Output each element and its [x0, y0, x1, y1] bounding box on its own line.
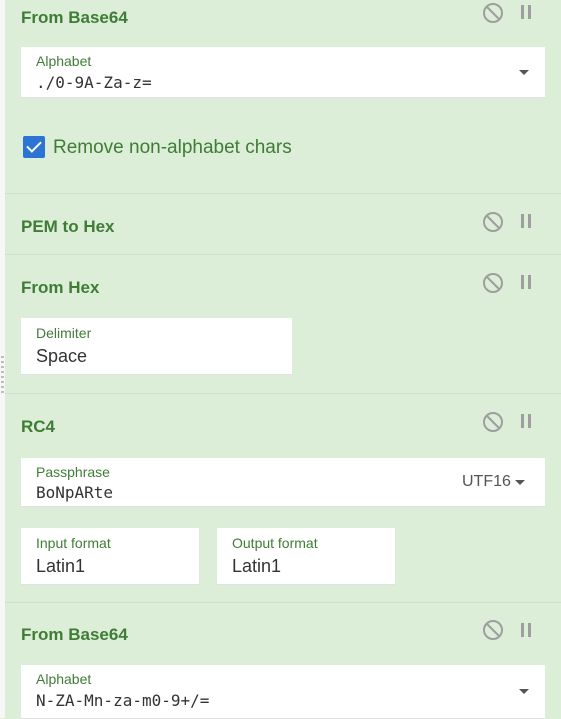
pause-icon[interactable] [521, 5, 531, 19]
pause-icon[interactable] [521, 214, 531, 228]
input-format-value: Latin1 [36, 556, 86, 576]
field-label: Passphrase [36, 464, 110, 480]
passphrase-field[interactable]: Passphrase BoNpARte UTF16 [21, 458, 545, 507]
delimiter-value: Space [36, 346, 88, 366]
operation-title: From Hex [21, 278, 100, 297]
disable-icon[interactable] [483, 212, 503, 232]
passphrase-encoding-select[interactable]: UTF16 [462, 473, 511, 491]
alphabet-field[interactable]: Alphabet ./0-9A-Za-z= [21, 47, 545, 98]
remove-non-alphabet-label[interactable]: Remove non-alphabet chars [53, 137, 292, 159]
disable-icon[interactable] [483, 273, 503, 293]
field-label: Alphabet [36, 53, 92, 69]
operation-title: From Base64 [21, 8, 128, 27]
pause-icon[interactable] [521, 275, 531, 289]
alphabet-field[interactable]: Alphabet N-ZA-Mn-za-m0-9+/= [21, 665, 545, 719]
disable-icon[interactable] [483, 412, 503, 432]
operation-from-hex: From Hex Delimiter Space [5, 255, 561, 394]
alphabet-value: N-ZA-Mn-za-m0-9+/= [36, 691, 210, 710]
operation-title: RC4 [21, 417, 56, 436]
remove-non-alphabet-checkbox[interactable] [23, 136, 45, 158]
output-format-value: Latin1 [232, 556, 282, 576]
pause-icon[interactable] [521, 414, 531, 428]
output-format-field[interactable]: Output format Latin1 [217, 528, 395, 585]
pause-icon[interactable] [521, 623, 531, 637]
operation-pem-to-hex: PEM to Hex [5, 194, 561, 255]
delimiter-field[interactable]: Delimiter Space [21, 318, 292, 375]
chevron-down-icon[interactable] [519, 689, 529, 694]
disable-icon[interactable] [483, 3, 503, 23]
chevron-down-icon[interactable] [519, 70, 529, 75]
field-label: Alphabet [36, 671, 92, 687]
field-label: Output format [232, 535, 318, 551]
operation-title: PEM to Hex [21, 217, 115, 236]
passphrase-value: BoNpARte [36, 483, 114, 502]
operation-title: From Base64 [21, 625, 128, 644]
operation-from-base64-2: From Base64 Alphabet N-ZA-Mn-za-m0-9+/= [5, 603, 561, 719]
field-label: Delimiter [36, 325, 92, 341]
alphabet-value: ./0-9A-Za-z= [36, 73, 152, 92]
input-format-field[interactable]: Input format Latin1 [21, 528, 199, 585]
operation-from-base64-1: From Base64 Alphabet ./0-9A-Za-z= Remove… [5, 0, 561, 194]
disable-icon[interactable] [483, 620, 503, 640]
chevron-down-icon[interactable] [515, 480, 525, 485]
resize-grip[interactable] [1, 356, 4, 396]
field-label: Input format [36, 535, 111, 551]
operation-rc4: RC4 Passphrase BoNpARte UTF16 Input form… [5, 394, 561, 603]
